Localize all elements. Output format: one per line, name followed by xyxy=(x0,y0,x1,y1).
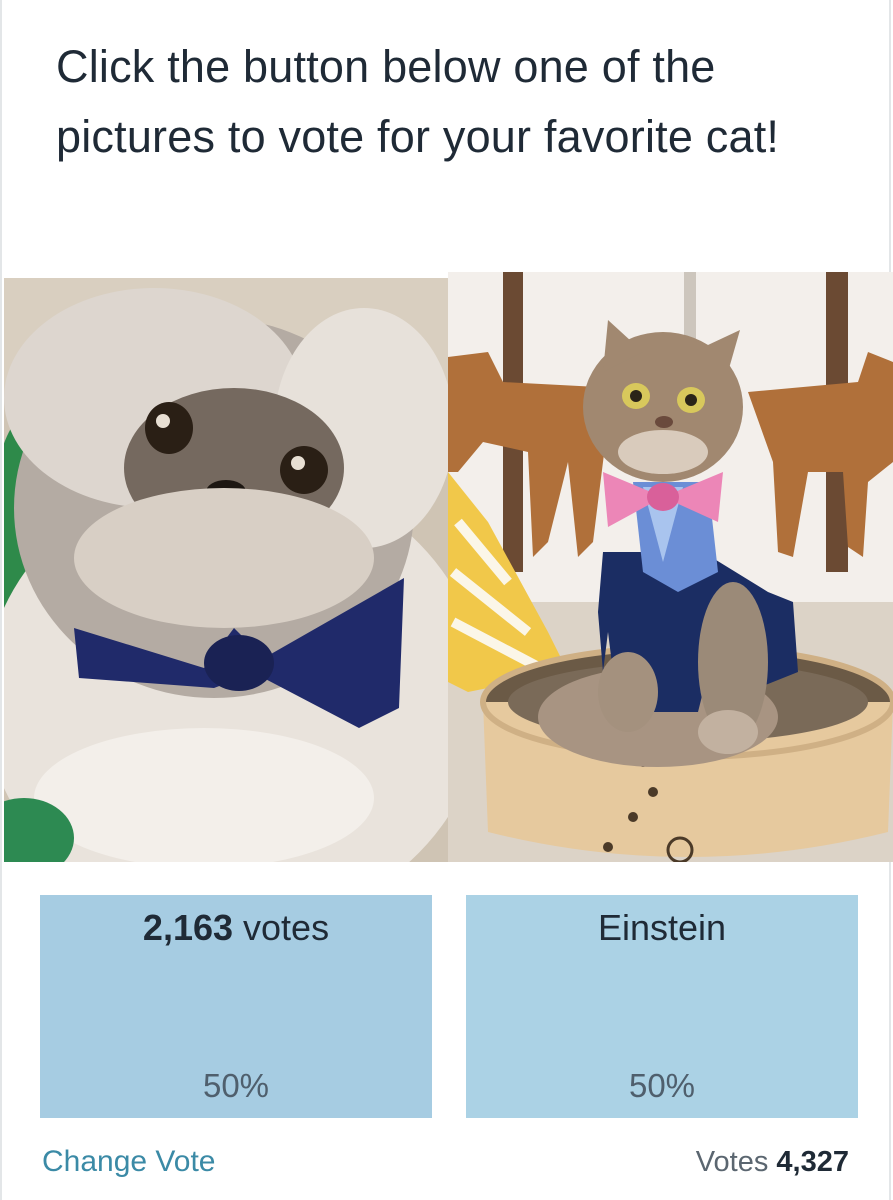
poll-question: Click the button below one of the pictur… xyxy=(56,41,780,162)
vote-option-2[interactable]: Einstein 50% xyxy=(466,895,858,1118)
cat-photo-left-image xyxy=(4,278,448,862)
vote-option-2-percent: 50% xyxy=(628,1067,696,1104)
vote-option-1-count: 2,163 votes xyxy=(40,903,432,953)
vote-option-1-percent: 50% xyxy=(202,1067,270,1104)
vote-option-2-label: Einstein xyxy=(597,907,727,948)
cat-photo-left[interactable] xyxy=(4,278,448,862)
vote-count-word: votes xyxy=(243,907,330,948)
total-votes-label: Votes xyxy=(695,1146,769,1178)
change-vote-link[interactable]: Change Vote xyxy=(42,1140,215,1184)
total-votes: Votes 4,327 xyxy=(696,1140,849,1184)
cat-photo-right[interactable] xyxy=(448,272,893,862)
vote-count-number: 2,163 xyxy=(142,907,234,948)
poll-card: Click the button below one of the pictur… xyxy=(0,0,893,1200)
total-votes-count: 4,327 xyxy=(776,1146,849,1178)
cat-photo-right-image xyxy=(448,272,893,862)
vote-option-1[interactable]: 2,163 votes 50% xyxy=(40,895,432,1118)
